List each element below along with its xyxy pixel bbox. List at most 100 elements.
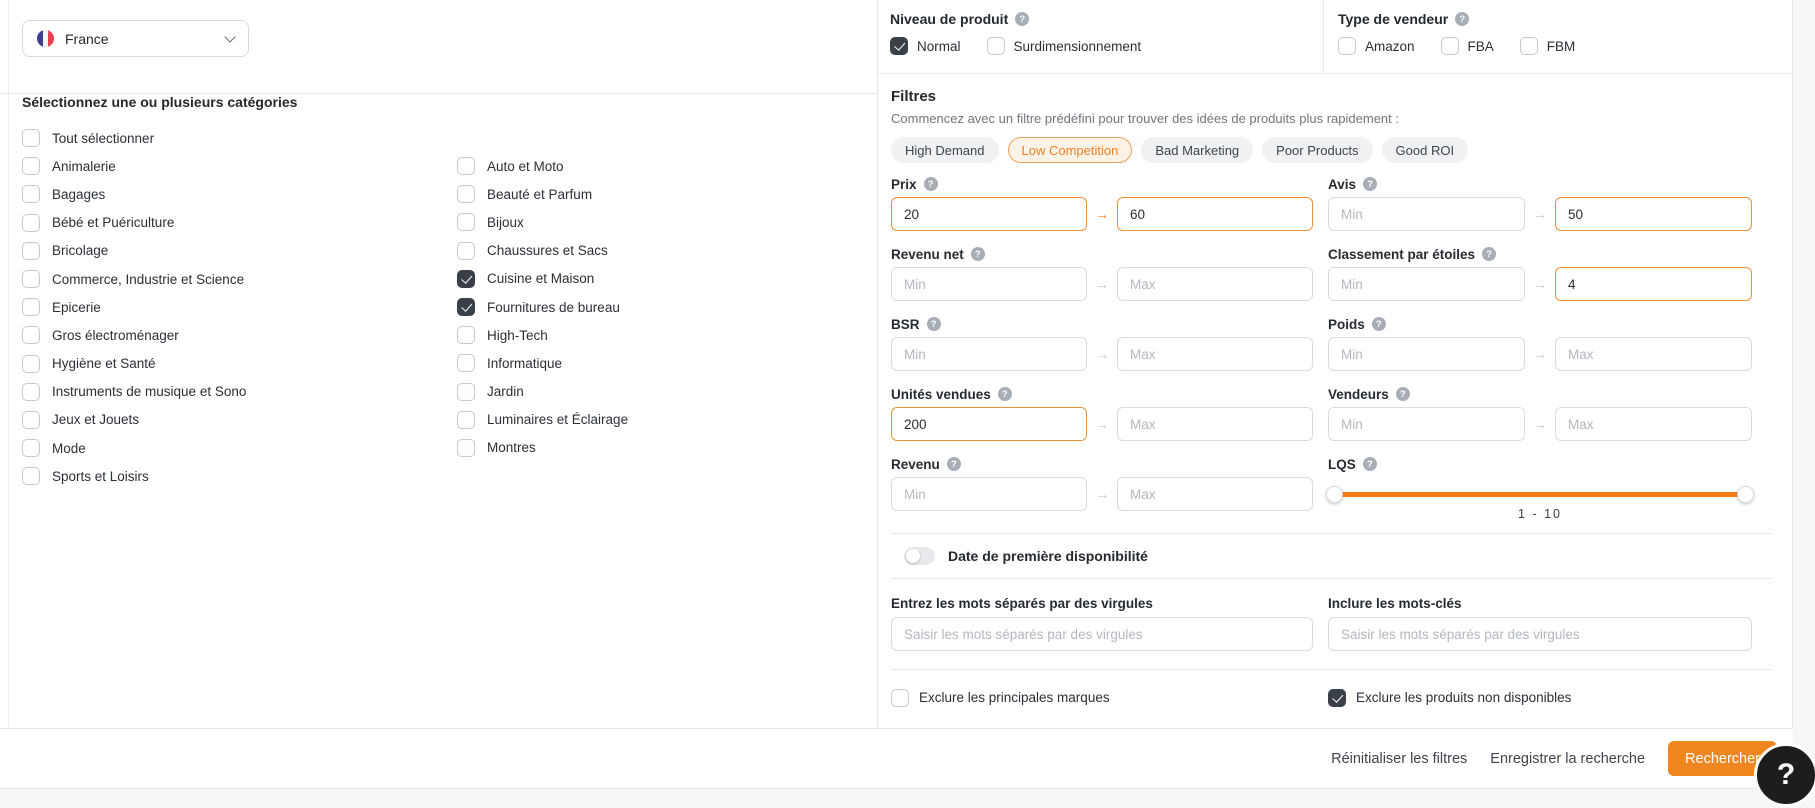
- category-chaussures-et-sacs[interactable]: Chaussures et Sacs: [457, 237, 628, 265]
- help-icon[interactable]: ?: [1455, 12, 1470, 26]
- checkbox[interactable]: [22, 354, 40, 373]
- category-beaute-et-parfum[interactable]: Beauté et Parfum: [457, 180, 628, 208]
- include-keywords-input[interactable]: [1328, 617, 1752, 651]
- category-instruments-de-musique-et-sono[interactable]: Instruments de musique et Sono: [22, 378, 246, 406]
- help-icon[interactable]: ?: [926, 317, 941, 331]
- category-gros-electromenager[interactable]: Gros électroménager: [22, 321, 246, 349]
- category-cuisine-et-maison[interactable]: Cuisine et Maison: [457, 265, 628, 293]
- category-commerce-industrie-et-science[interactable]: Commerce, Industrie et Science: [22, 265, 246, 293]
- lqs-slider[interactable]: [1326, 485, 1754, 503]
- checkbox[interactable]: [457, 326, 475, 345]
- category-montres[interactable]: Montres: [457, 434, 628, 462]
- max-input[interactable]: [1555, 407, 1752, 441]
- checkbox[interactable]: [22, 382, 40, 401]
- min-input[interactable]: [891, 197, 1087, 231]
- exclude-keywords-input[interactable]: [891, 617, 1313, 651]
- checkbox[interactable]: [457, 298, 475, 317]
- checkbox[interactable]: [22, 185, 40, 204]
- checkbox[interactable]: [891, 688, 909, 707]
- exclusion-option-exclure-les-principales-marques[interactable]: Exclure les principales marques: [891, 687, 1313, 709]
- category-mode[interactable]: Mode: [22, 434, 246, 462]
- max-input[interactable]: [1117, 197, 1313, 231]
- checkbox[interactable]: [457, 382, 475, 401]
- category-jeux-et-jouets[interactable]: Jeux et Jouets: [22, 406, 246, 434]
- max-input[interactable]: [1555, 197, 1752, 231]
- preset-chip-good-roi[interactable]: Good ROI: [1381, 137, 1469, 163]
- help-icon[interactable]: ?: [1482, 247, 1497, 261]
- checkbox[interactable]: [22, 157, 40, 176]
- checkbox[interactable]: [1338, 37, 1356, 55]
- category-high-tech[interactable]: High-Tech: [457, 321, 628, 349]
- checkbox[interactable]: [457, 241, 475, 260]
- help-icon[interactable]: ?: [946, 457, 961, 471]
- checkbox[interactable]: [22, 410, 40, 429]
- category-fournitures-de-bureau[interactable]: Fournitures de bureau: [457, 293, 628, 321]
- category-bagages[interactable]: Bagages: [22, 180, 246, 208]
- max-input[interactable]: [1555, 267, 1752, 301]
- category-epicerie[interactable]: Epicerie: [22, 293, 246, 321]
- max-input[interactable]: [1117, 407, 1313, 441]
- product-tier-option-surdimensionnement[interactable]: Surdimensionnement: [986, 35, 1141, 57]
- category-sports-et-loisirs[interactable]: Sports et Loisirs: [22, 462, 246, 490]
- min-input[interactable]: [891, 267, 1087, 301]
- category-auto-et-moto[interactable]: Auto et Moto: [457, 152, 628, 180]
- seller-type-option-amazon[interactable]: Amazon: [1338, 35, 1415, 57]
- help-icon[interactable]: ?: [1362, 457, 1377, 471]
- help-button[interactable]: ?: [1754, 743, 1815, 807]
- checkbox[interactable]: [457, 410, 475, 429]
- lqs-slider-track[interactable]: [1328, 491, 1752, 497]
- max-input[interactable]: [1117, 337, 1313, 371]
- min-input[interactable]: [1328, 267, 1525, 301]
- seller-type-option-fba[interactable]: FBA: [1440, 35, 1494, 57]
- help-icon[interactable]: ?: [1371, 317, 1386, 331]
- checkbox[interactable]: [457, 213, 475, 232]
- category-tout-selectionner[interactable]: Tout sélectionner: [22, 124, 246, 152]
- checkbox[interactable]: [22, 439, 40, 458]
- checkbox[interactable]: [22, 129, 40, 148]
- min-input[interactable]: [891, 407, 1087, 441]
- lqs-slider-max-handle[interactable]: [1737, 485, 1754, 503]
- category-bricolage[interactable]: Bricolage: [22, 237, 246, 265]
- min-input[interactable]: [1328, 407, 1525, 441]
- category-hygiene-et-sante[interactable]: Hygiène et Santé: [22, 350, 246, 378]
- preset-chip-low-competition[interactable]: Low Competition: [1007, 137, 1133, 163]
- category-bijoux[interactable]: Bijoux: [457, 208, 628, 236]
- checkbox[interactable]: [890, 37, 908, 55]
- help-icon[interactable]: ?: [1363, 177, 1378, 191]
- save-search-button[interactable]: Enregistrer la recherche: [1490, 751, 1645, 767]
- checkbox[interactable]: [22, 467, 40, 486]
- preset-chip-bad-marketing[interactable]: Bad Marketing: [1141, 137, 1254, 163]
- country-select[interactable]: France: [22, 20, 249, 57]
- checkbox[interactable]: [457, 157, 475, 176]
- checkbox[interactable]: [986, 37, 1005, 55]
- exclusion-option-exclure-les-produits-non-disponibles[interactable]: Exclure les produits non disponibles: [1328, 687, 1752, 709]
- help-icon[interactable]: ?: [1015, 12, 1030, 26]
- checkbox[interactable]: [457, 185, 475, 204]
- min-input[interactable]: [1328, 337, 1525, 371]
- max-input[interactable]: [1117, 477, 1313, 511]
- availability-toggle[interactable]: [904, 547, 935, 565]
- max-input[interactable]: [1117, 267, 1313, 301]
- help-icon[interactable]: ?: [1395, 387, 1410, 401]
- checkbox[interactable]: [22, 213, 40, 232]
- preset-chip-poor-products[interactable]: Poor Products: [1262, 137, 1373, 163]
- preset-chip-high-demand[interactable]: High Demand: [891, 137, 999, 163]
- checkbox[interactable]: [457, 354, 475, 373]
- min-input[interactable]: [1328, 197, 1525, 231]
- category-informatique[interactable]: Informatique: [457, 349, 628, 377]
- min-input[interactable]: [891, 477, 1087, 511]
- min-input[interactable]: [891, 337, 1087, 371]
- category-animalerie[interactable]: Animalerie: [22, 152, 246, 180]
- checkbox[interactable]: [22, 241, 40, 260]
- checkbox[interactable]: [457, 269, 475, 288]
- category-jardin[interactable]: Jardin: [457, 378, 628, 406]
- help-icon[interactable]: ?: [997, 387, 1012, 401]
- checkbox[interactable]: [1440, 37, 1459, 55]
- lqs-slider-min-handle[interactable]: [1326, 485, 1343, 503]
- category-bebe-et-puericulture[interactable]: Bébé et Puériculture: [22, 209, 246, 237]
- checkbox[interactable]: [1519, 37, 1538, 55]
- checkbox[interactable]: [22, 326, 40, 345]
- reset-filters-button[interactable]: Réinitialiser les filtres: [1331, 751, 1467, 767]
- category-luminaires-et-eclairage[interactable]: Luminaires et Éclairage: [457, 406, 628, 434]
- max-input[interactable]: [1555, 337, 1752, 371]
